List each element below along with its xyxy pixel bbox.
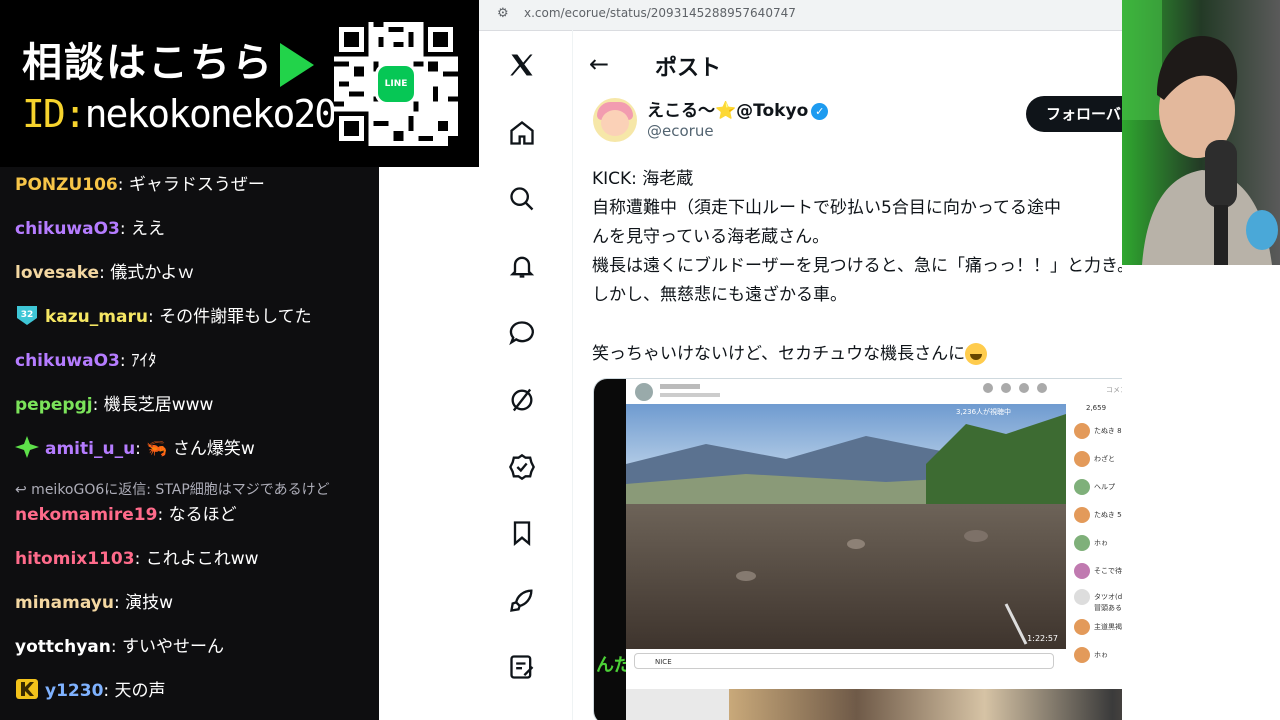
verified-badge-icon: ✓: [811, 102, 829, 120]
reply-context: ↩ meikoGO6に返信: STAP細胞はマジであるけど: [15, 482, 330, 498]
k-badge-icon: [15, 678, 39, 705]
chat-message: 32 kazu_maru: その件謝罪もしてた: [15, 302, 312, 331]
messages-chat-icon[interactable]: [507, 318, 537, 348]
chat-panel: PONZU106: ギャラドスうぜー chikuwaO3: ええ lovesak…: [0, 167, 379, 720]
home-icon[interactable]: [507, 118, 537, 148]
line-qr-code: LINE: [334, 22, 458, 146]
embedded-comment-input: NICE: [626, 649, 1066, 689]
compose-icon[interactable]: [507, 652, 537, 682]
webcam-feed: [1122, 0, 1280, 265]
contact-id: ID:nekokoneko2018: [22, 92, 379, 136]
verified-check-icon[interactable]: [507, 452, 537, 482]
post-detail: ← ポスト えこる〜⭐@Tokyo ✓ @ecorue フォローバ KICK: 海…: [573, 30, 1122, 720]
svg-text:1:22:57: 1:22:57: [1027, 634, 1058, 643]
grok-icon[interactable]: [507, 385, 537, 415]
bookmark-icon[interactable]: [507, 518, 537, 548]
mountain-stream-frame: 1:22:57 3,236人が視聴中: [626, 404, 1066, 649]
follow-button[interactable]: フォローバ: [1026, 96, 1122, 132]
play-triangle-icon: [280, 43, 314, 87]
post-text-line: KICK: 海老蔵: [592, 169, 694, 189]
author-handle[interactable]: @ecorue: [647, 122, 714, 140]
back-arrow-icon[interactable]: ←: [589, 50, 609, 78]
chat-message: PONZU106: ギャラドスうぜー: [15, 175, 265, 195]
stream-banner: 相談はこちら ID:nekokoneko2018 LINE: [0, 0, 479, 167]
post-text-line: しかし、無慈悲にも遠ざかる車。: [592, 285, 847, 305]
embedded-comment-panel: コメントを送ろう 2,659 たぬき 838 可 わざと ヘルプ たぬき 545…: [1066, 379, 1122, 689]
post-text-line: 自称遭難中（須走下山ルートで砂払い5合目に向かってる途中: [592, 198, 1061, 218]
page-title: ポスト: [655, 56, 722, 81]
shrimp-emoji-icon: 🦐: [146, 439, 173, 459]
chat-message: amiti_u_u: 🦐 さん爆笑w: [15, 434, 255, 463]
chat-message: nekomamire19: なるほど: [15, 505, 237, 525]
chat-message: chikuwaO3: ええ: [15, 219, 166, 239]
x-logo-icon[interactable]: [507, 50, 537, 80]
site-settings-icon[interactable]: ⚙: [497, 6, 509, 21]
notifications-bell-icon[interactable]: [507, 251, 537, 281]
chat-message: yottchyan: すいやせーん: [15, 637, 224, 657]
browser-window-right: [1122, 265, 1280, 720]
line-logo-icon: LINE: [378, 66, 414, 102]
sparkle-badge-icon: [15, 435, 39, 463]
chat-message: pepepgj: 機長芝居www: [15, 395, 214, 415]
subscriber-badge-icon: 32: [15, 304, 39, 331]
embedded-stream-header: [626, 379, 1066, 407]
embedded-thumbnail-strip: [729, 689, 1122, 720]
chat-message: chikuwaO3: ｱｲﾀ: [15, 351, 157, 371]
author-name[interactable]: えこる〜⭐@Tokyo ✓: [647, 96, 829, 121]
post-text-line: んを見守っている海老蔵さん。: [592, 227, 830, 247]
browser-window: ⚙ x.com/ecorue/status/209314528895764074…: [479, 0, 1122, 720]
browser-margin: [379, 167, 479, 720]
chat-message: y1230: 天の声: [15, 676, 166, 705]
laughing-emoji-icon: [965, 343, 988, 365]
chat-message: hitomix1103: これよこれww: [15, 549, 259, 569]
url-text[interactable]: x.com/ecorue/status/2093145288957640747: [524, 6, 796, 20]
post-text-line: 笑っちゃいけないけど、セカチュウな機長さんに: [592, 339, 988, 365]
post-text-line: 機長は遠くにブルドーザーを見つけると、急に「痛っっ！！」と力き。: [592, 256, 1122, 276]
address-bar[interactable]: ⚙ x.com/ecorue/status/209314528895764074…: [479, 0, 1122, 31]
rocket-icon[interactable]: [507, 585, 537, 615]
consult-heading: 相談はこちら: [22, 30, 314, 88]
x-sidebar: [480, 30, 573, 720]
svg-text:3,236人が視聴中: 3,236人が視聴中: [956, 407, 1011, 416]
chat-message: lovesake: 儀式かよｗ: [15, 263, 195, 283]
chat-message: minamayu: 演技w: [15, 593, 174, 613]
avatar[interactable]: [593, 98, 637, 142]
post-video[interactable]: んだ 1:22:57 3,236人が視聴中 コメ 2,659 たぬき 8 わざと…: [593, 378, 1122, 720]
search-icon[interactable]: [507, 184, 537, 214]
svg-text:32: 32: [21, 310, 34, 320]
